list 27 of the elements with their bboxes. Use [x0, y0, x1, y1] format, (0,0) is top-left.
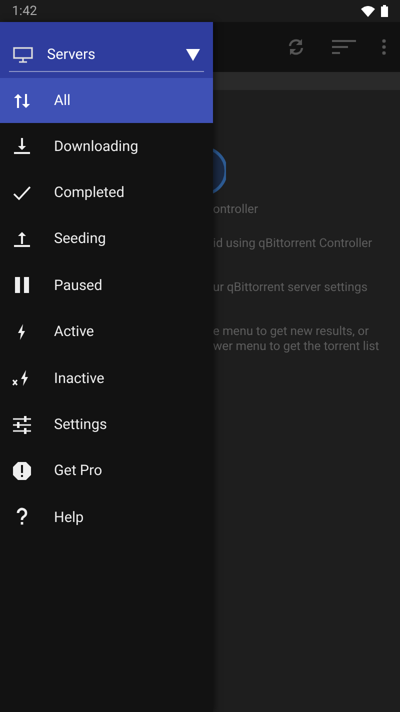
drawer-item[interactable]: Inactive: [0, 354, 213, 402]
monitor-icon: [13, 46, 33, 62]
help-text: ontroller: [213, 202, 260, 217]
more-icon[interactable]: [382, 39, 386, 55]
drawer-item[interactable]: Settings: [0, 401, 213, 448]
drawer-item[interactable]: Help: [0, 494, 213, 541]
battery-icon: [381, 5, 388, 17]
drawer-item[interactable]: Paused: [0, 262, 213, 309]
drawer-item[interactable]: All: [0, 78, 213, 123]
help-text: id using qBittorrent Controller: [213, 236, 374, 251]
dropdown-arrow-icon: [186, 48, 200, 60]
refresh-icon[interactable]: [286, 37, 306, 57]
sort-icon[interactable]: [332, 39, 356, 55]
drawer-item[interactable]: Seeding: [0, 216, 213, 262]
sliders-icon: [12, 414, 32, 435]
status-time: 1:42: [12, 4, 38, 18]
help-text: e menu to get new results, or wer menu to get the torrent list: [213, 324, 380, 354]
drawer-item[interactable]: Get Pro: [0, 448, 213, 494]
logo-icon: [213, 148, 226, 194]
warning-icon: [12, 460, 32, 481]
help-text: ur qBittorrent server settings: [213, 280, 368, 295]
pause-icon: [12, 275, 32, 296]
drawer-item[interactable]: Completed: [0, 169, 213, 216]
wifi-icon: [361, 6, 375, 16]
download-icon: [12, 136, 32, 156]
drawer-item[interactable]: Active: [0, 308, 213, 355]
drawer-item[interactable]: Downloading: [0, 123, 213, 170]
